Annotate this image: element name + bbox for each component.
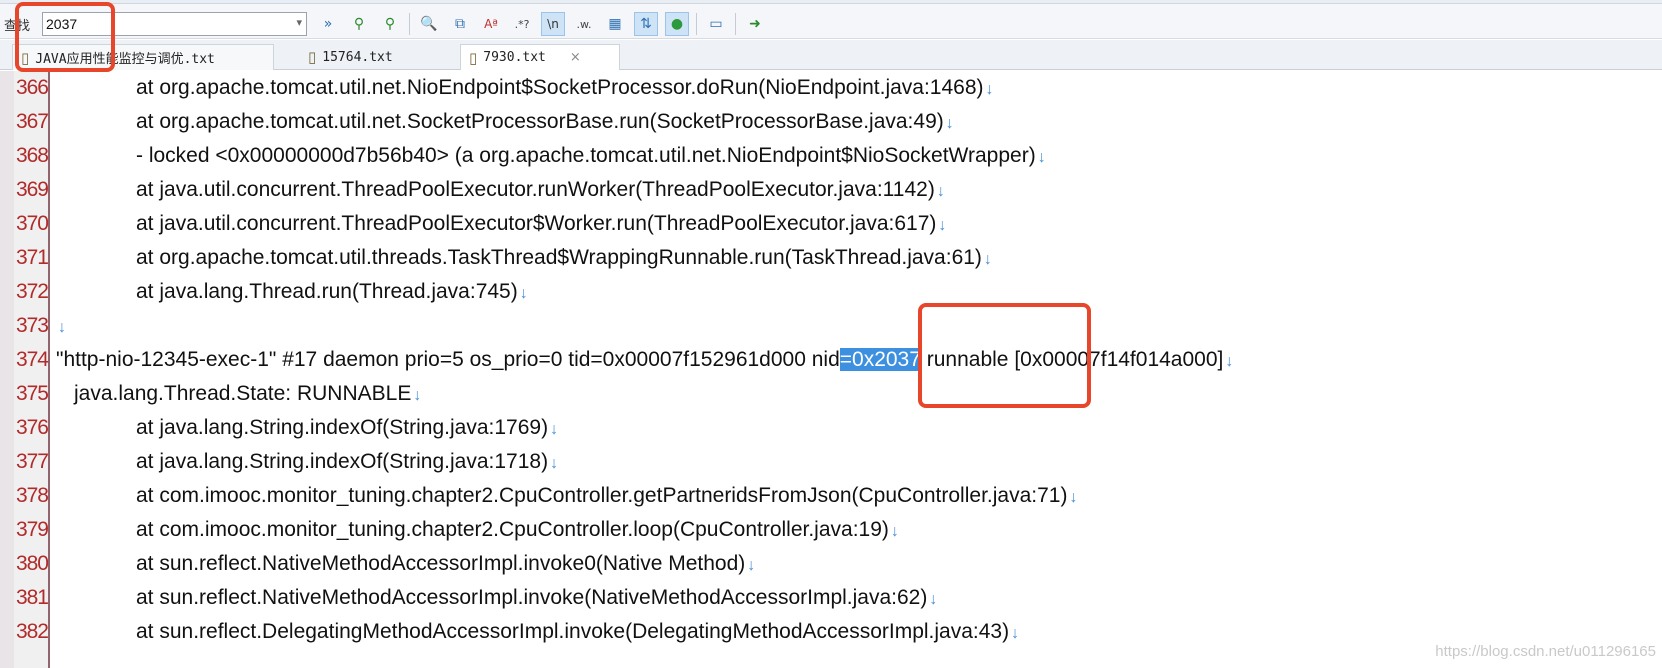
line-text: at sun.reflect.DelegatingMethodAccessorI…: [136, 620, 1020, 643]
editor-line: 372 at java.lang.Thread.run(Thread.java:…: [14, 275, 1662, 309]
line-number: 380: [15, 552, 49, 575]
line-number: 368: [15, 144, 49, 167]
line-number: 381: [15, 586, 49, 609]
toolbar-separator: [735, 13, 736, 35]
regex-icon[interactable]: .*?: [510, 12, 534, 36]
tab-label: JAVA应用性能监控与调优.txt: [35, 52, 215, 67]
line-text: at java.lang.String.indexOf(String.java:…: [136, 450, 559, 473]
editor-line: 373 ↓: [14, 309, 1662, 343]
toolbar-icons: » ⚲ ⚲ 🔍 ⧉ Aª .*? \n .w. ▦ ⇅ ● ▭ ➜: [316, 12, 767, 36]
whole-word-icon[interactable]: .w.: [572, 12, 596, 36]
line-number: 376: [15, 416, 49, 439]
go-icon[interactable]: ➜: [743, 12, 767, 36]
line-text: at java.util.concurrent.ThreadPoolExecut…: [136, 212, 947, 235]
line-text: java.lang.Thread.State: RUNNABLE ↓: [74, 382, 422, 405]
chevron-down-icon[interactable]: ▾: [296, 16, 302, 29]
line-text: at com.imooc.monitor_tuning.chapter2.Cpu…: [136, 518, 899, 541]
search-icon[interactable]: 🔍: [417, 12, 441, 36]
editor-line: 376 at java.lang.String.indexOf(String.j…: [14, 411, 1662, 445]
line-text: ↓: [58, 319, 66, 336]
line-number: 371: [15, 246, 49, 269]
document-icon: ▯: [21, 48, 30, 67]
toolbar-separator: [409, 13, 410, 35]
line-text: "http-nio-12345-exec-1" #17 daemon prio=…: [56, 348, 1234, 371]
editor-line: 379 at com.imooc.monitor_tuning.chapter2…: [14, 513, 1662, 547]
line-text: at java.util.concurrent.ThreadPoolExecut…: [136, 178, 945, 201]
editor-line: 368 - locked <0x00000000d7b56b40> (a org…: [14, 139, 1662, 173]
document-icon: ▯: [308, 48, 317, 66]
toolbar-separator: [696, 13, 697, 35]
find-all-icon[interactable]: ⚲: [378, 12, 402, 36]
editor-line: 375 java.lang.Thread.State: RUNNABLE ↓: [14, 377, 1662, 411]
watermark: https://blog.csdn.net/u011296165: [1435, 643, 1656, 660]
line-text: at org.apache.tomcat.util.net.NioEndpoin…: [136, 76, 994, 99]
editor-line: 377 at java.lang.String.indexOf(String.j…: [14, 445, 1662, 479]
line-text: at sun.reflect.NativeMethodAccessorImpl.…: [136, 586, 938, 609]
editor-line: 369 at java.util.concurrent.ThreadPoolEx…: [14, 173, 1662, 207]
editor-line: 382 at sun.reflect.DelegatingMethodAcces…: [14, 615, 1662, 649]
editor-line: 378 at com.imooc.monitor_tuning.chapter2…: [14, 479, 1662, 513]
match-case-icon[interactable]: Aª: [479, 12, 503, 36]
line-text: at org.apache.tomcat.util.threads.TaskTh…: [136, 246, 992, 269]
line-number: 378: [15, 484, 49, 507]
line-text: at sun.reflect.NativeMethodAccessorImpl.…: [136, 552, 756, 575]
line-number: 367: [15, 110, 49, 133]
tab-7930-txt[interactable]: ▯ 7930.txt ×: [460, 44, 620, 70]
line-number: 372: [15, 280, 49, 303]
editor-line: 366 at org.apache.tomcat.util.net.NioEnd…: [14, 71, 1662, 105]
line-text: - locked <0x00000000d7b56b40> (a org.apa…: [136, 144, 1046, 167]
copy-icon[interactable]: ⧉: [448, 12, 472, 36]
document-icon: ▯: [469, 48, 478, 67]
close-icon[interactable]: ×: [570, 50, 581, 65]
line-number: 375: [15, 382, 49, 405]
line-number: 373: [15, 314, 49, 337]
editor-line: 374 "http-nio-12345-exec-1" #17 daemon p…: [14, 343, 1662, 377]
editor-line: 370 at java.util.concurrent.ThreadPoolEx…: [14, 207, 1662, 241]
line-text: at java.lang.String.indexOf(String.java:…: [136, 416, 559, 439]
window-icon[interactable]: ▭: [704, 12, 728, 36]
find-prev-icon[interactable]: ⚲: [347, 12, 371, 36]
line-number: 379: [15, 518, 49, 541]
find-label: 查找: [4, 19, 31, 34]
line-text: at org.apache.tomcat.util.net.SocketProc…: [136, 110, 954, 133]
line-number: 374: [15, 348, 49, 371]
tab-label: 7930.txt: [483, 50, 546, 65]
newline-icon[interactable]: \n: [541, 12, 565, 36]
line-number: 369: [15, 178, 49, 201]
text-editor[interactable]: 366 at org.apache.tomcat.util.net.NioEnd…: [0, 71, 1662, 668]
find-next-icon[interactable]: »: [316, 12, 340, 36]
editor-line: 380 at sun.reflect.NativeMethodAccessorI…: [14, 547, 1662, 581]
line-number: 382: [15, 620, 49, 643]
sort-icon[interactable]: ⇅: [634, 12, 658, 36]
line-number: 366: [15, 76, 49, 99]
editor-line: 371 at org.apache.tomcat.util.threads.Ta…: [14, 241, 1662, 275]
line-text: at java.lang.Thread.run(Thread.java:745)…: [136, 280, 528, 303]
editor-line: 381 at sun.reflect.NativeMethodAccessorI…: [14, 581, 1662, 615]
tab-java-app-txt[interactable]: ▯ JAVA应用性能监控与调优.txt: [12, 44, 274, 70]
search-match-highlight: =0x2037: [839, 348, 921, 371]
table-icon[interactable]: ▦: [603, 12, 627, 36]
line-number: 377: [15, 450, 49, 473]
find-input[interactable]: [46, 15, 276, 33]
editor-line: 367 at org.apache.tomcat.util.net.Socket…: [14, 105, 1662, 139]
find-combobox[interactable]: ▾: [42, 12, 307, 36]
line-text: at com.imooc.monitor_tuning.chapter2.Cpu…: [136, 484, 1078, 507]
tab-bar: ▯ JAVA应用性能监控与调优.txt ▯ 15764.txt ▯ 7930.t…: [0, 40, 1662, 70]
globe-icon[interactable]: ●: [665, 12, 689, 36]
line-number: 370: [15, 212, 49, 235]
tab-label: 15764.txt: [322, 49, 393, 65]
tab-15764-txt[interactable]: ▯ 15764.txt: [300, 44, 450, 70]
find-toolbar: 查找 ▾ » ⚲ ⚲ 🔍 ⧉ Aª .*? \n .w. ▦ ⇅ ● ▭ ➜: [0, 4, 1662, 39]
